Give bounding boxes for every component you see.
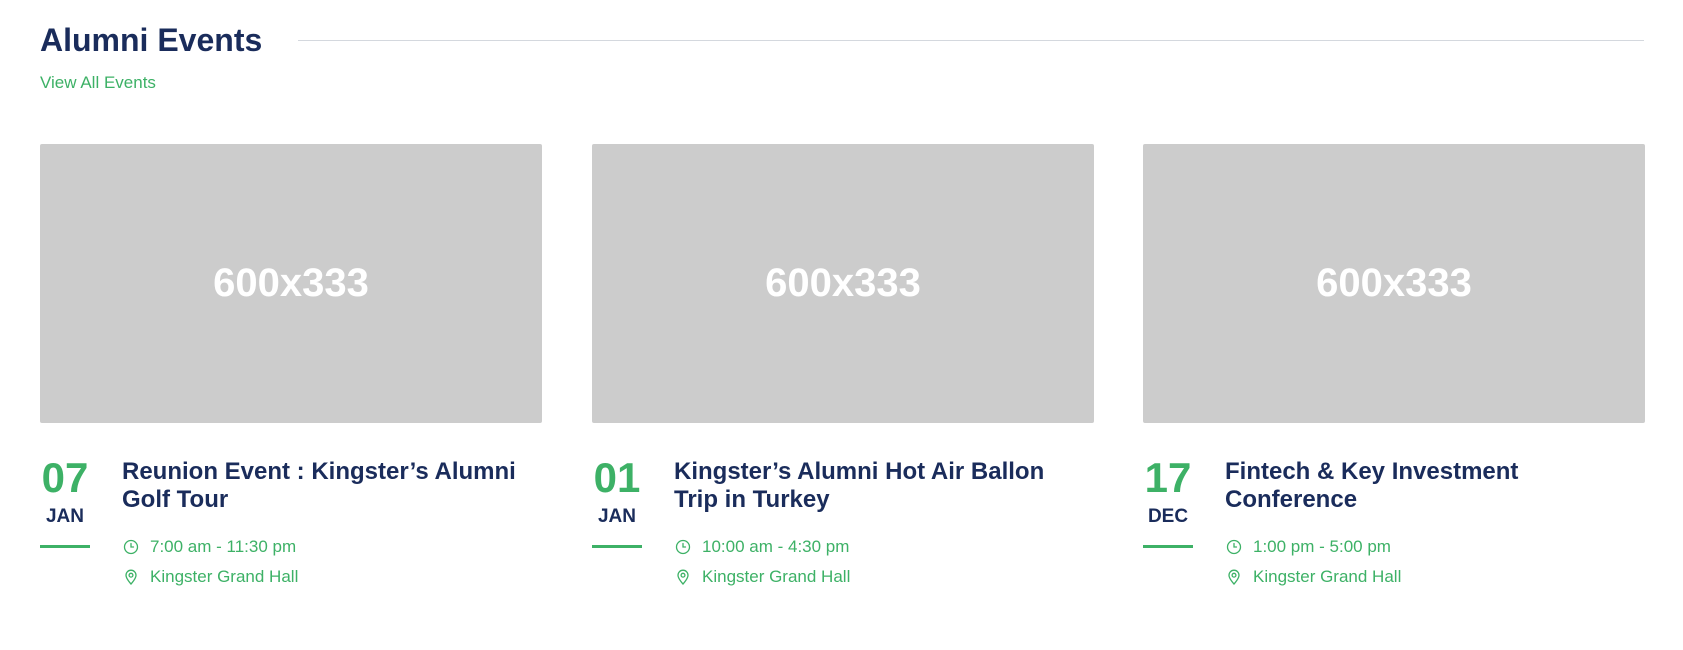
event-day: 07 — [41, 454, 89, 501]
event-month: DEC — [1147, 506, 1189, 527]
event-day: 01 — [593, 454, 641, 501]
event-card: 600x333 07 JAN Reunion Event : Kingster’… — [40, 144, 542, 604]
clock-icon — [122, 538, 140, 556]
event-time: 7:00 am - 11:30 pm — [122, 536, 296, 558]
date-underline — [40, 545, 90, 548]
event-time-text: 7:00 am - 11:30 pm — [150, 537, 297, 556]
event-month: JAN — [45, 506, 84, 527]
event-date: 07 JAN — [40, 456, 90, 548]
event-title-link[interactable]: Reunion Event : Kingster’s Alumni Golf T… — [122, 458, 542, 514]
event-day: 17 — [1144, 454, 1192, 501]
event-location-text: Kingster Grand Hall — [702, 567, 851, 586]
event-time-text: 1:00 pm - 5:00 pm — [1253, 537, 1391, 556]
date-underline — [592, 545, 642, 548]
event-time: 1:00 pm - 5:00 pm — [1225, 536, 1391, 558]
map-pin-icon — [122, 568, 140, 586]
event-card: 600x333 17 DEC Fintech & Key Investment … — [1143, 144, 1645, 604]
event-location-text: Kingster Grand Hall — [1253, 567, 1402, 586]
event-time: 10:00 am - 4:30 pm — [674, 536, 849, 558]
event-location: Kingster Grand Hall — [1225, 566, 1401, 588]
event-card: 600x333 01 JAN Kingster’s Alumni Hot Air… — [592, 144, 1094, 604]
event-title-link[interactable]: Kingster’s Alumni Hot Air Ballon Trip in… — [674, 458, 1094, 514]
event-image[interactable]: 600x333 — [592, 144, 1094, 423]
event-time-text: 10:00 am - 4:30 pm — [702, 537, 850, 556]
section-title: Alumni Events — [40, 22, 263, 58]
event-location: Kingster Grand Hall — [122, 566, 298, 588]
event-title-link[interactable]: Fintech & Key Investment Conference — [1225, 458, 1645, 514]
map-pin-icon — [674, 568, 692, 586]
title-divider — [298, 40, 1644, 41]
event-month: JAN — [597, 506, 636, 527]
date-underline — [1143, 545, 1193, 548]
view-all-events-link[interactable]: View All Events — [40, 72, 156, 94]
section-header: Alumni Events — [40, 20, 1644, 60]
event-location: Kingster Grand Hall — [674, 566, 850, 588]
event-image[interactable]: 600x333 — [1143, 144, 1645, 423]
event-image[interactable]: 600x333 — [40, 144, 542, 423]
event-location-text: Kingster Grand Hall — [150, 567, 299, 586]
event-date: 01 JAN — [592, 456, 642, 548]
clock-icon — [1225, 538, 1243, 556]
clock-icon — [674, 538, 692, 556]
map-pin-icon — [1225, 568, 1243, 586]
event-date: 17 DEC — [1143, 456, 1193, 548]
